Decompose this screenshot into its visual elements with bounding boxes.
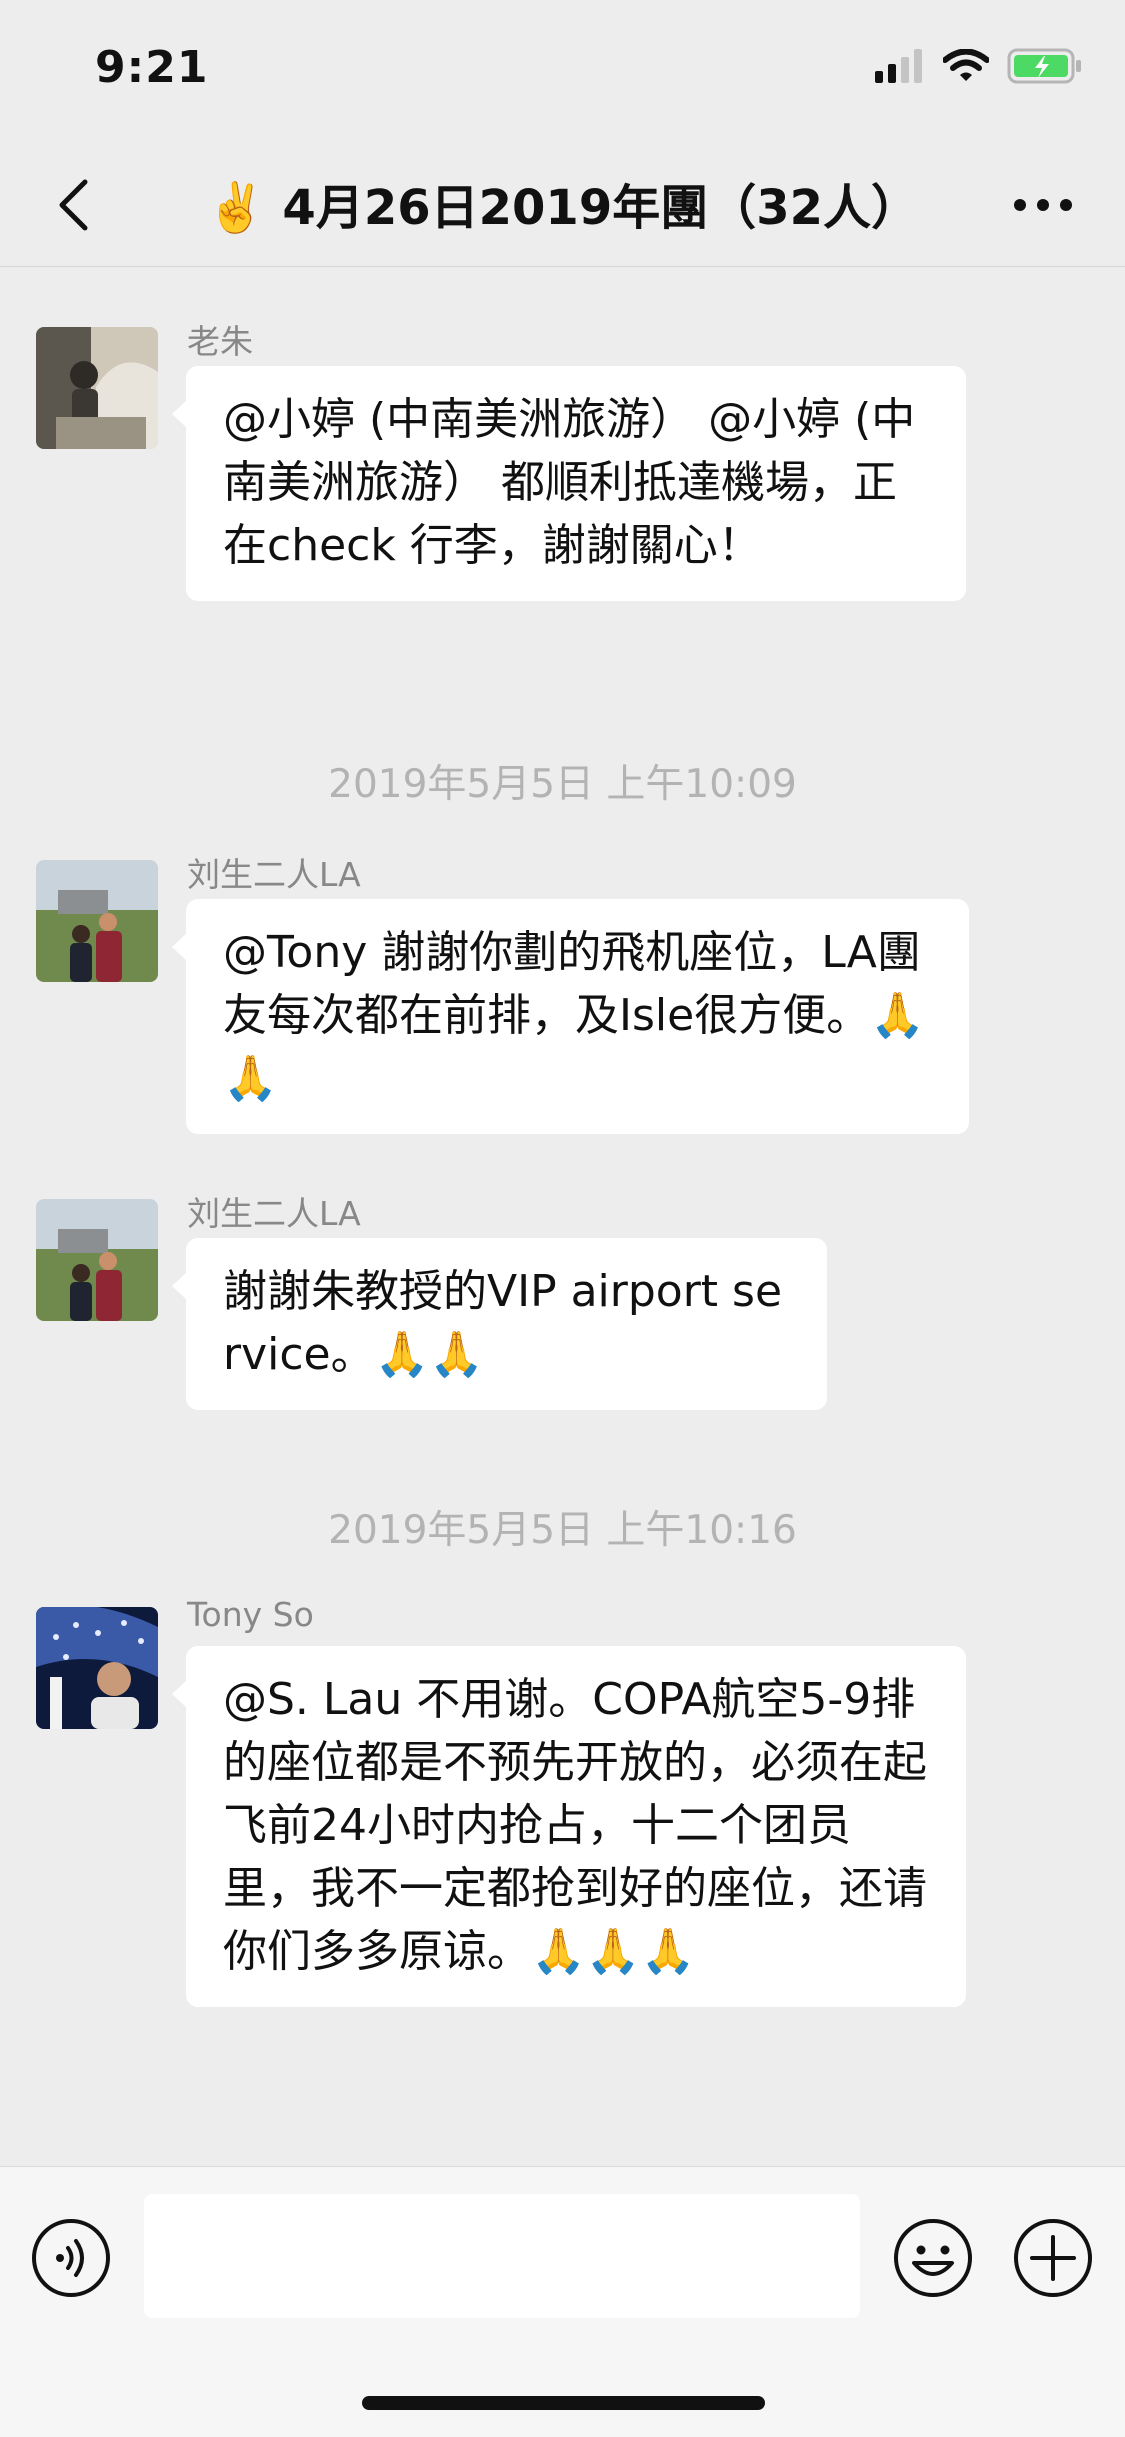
- more-dots-icon: [1014, 199, 1072, 211]
- back-button[interactable]: [38, 170, 108, 240]
- avatar-photo-icon: [36, 1199, 158, 1321]
- voice-button[interactable]: [30, 2217, 112, 2299]
- status-bar: 9:21: [0, 0, 1125, 140]
- avatar[interactable]: [36, 860, 158, 982]
- nav-bar: ✌️ 4月26日2019年團（32人）: [0, 140, 1125, 267]
- emoji-button[interactable]: [892, 2217, 974, 2299]
- chat-title: ✌️ 4月26日2019年團（32人）: [205, 180, 920, 236]
- avatar[interactable]: [36, 1199, 158, 1321]
- message-bubble[interactable]: @S. Lau 不用谢。COPA航空5-9排的座位都是不预先开放的，必须在起飞前…: [172, 1646, 966, 2007]
- sender-name: 刘生二人LA: [187, 1194, 361, 1233]
- plus-circle-icon: [1014, 2219, 1092, 2297]
- chat-area[interactable]: 老朱 @小婷 (中南美洲旅游） @小婷 (中南美洲旅游） 都順利抵達機場，正在c…: [0, 267, 1125, 2167]
- wifi-icon: [943, 49, 989, 81]
- home-indicator: [362, 2396, 765, 2410]
- battery-charging-icon: [1007, 48, 1081, 84]
- chat-timestamp: 2019年5月5日 上午10:09: [328, 762, 797, 807]
- message-bubble[interactable]: @Tony 謝謝你劃的飛机座位，LA團友每次都在前排，及Isle很方便。🙏🙏: [172, 899, 969, 1134]
- more-button[interactable]: [1003, 170, 1083, 240]
- avatar[interactable]: [36, 1607, 158, 1729]
- sender-name: 刘生二人LA: [187, 855, 361, 894]
- message-input[interactable]: [144, 2194, 860, 2318]
- status-time: 9:21: [95, 42, 209, 93]
- chevron-left-icon: [59, 179, 88, 231]
- emoji-icon: [894, 2219, 972, 2297]
- avatar-photo-icon: [36, 860, 158, 982]
- avatar-photo-icon: [36, 1607, 158, 1729]
- add-button[interactable]: [1012, 2217, 1094, 2299]
- avatar-photo-icon: [36, 327, 158, 449]
- signal-icon: [875, 49, 922, 83]
- sender-name: Tony So: [187, 1595, 314, 1634]
- message-bubble[interactable]: 謝謝朱教授的VIP airport service。🙏🙏: [172, 1238, 827, 1410]
- voice-icon: [32, 2219, 110, 2297]
- avatar[interactable]: [36, 327, 158, 449]
- message-bubble[interactable]: @小婷 (中南美洲旅游） @小婷 (中南美洲旅游） 都順利抵達機場，正在chec…: [172, 366, 966, 601]
- sender-name: 老朱: [187, 322, 253, 361]
- chat-timestamp: 2019年5月5日 上午10:16: [328, 1508, 797, 1553]
- status-icons: [875, 48, 1083, 84]
